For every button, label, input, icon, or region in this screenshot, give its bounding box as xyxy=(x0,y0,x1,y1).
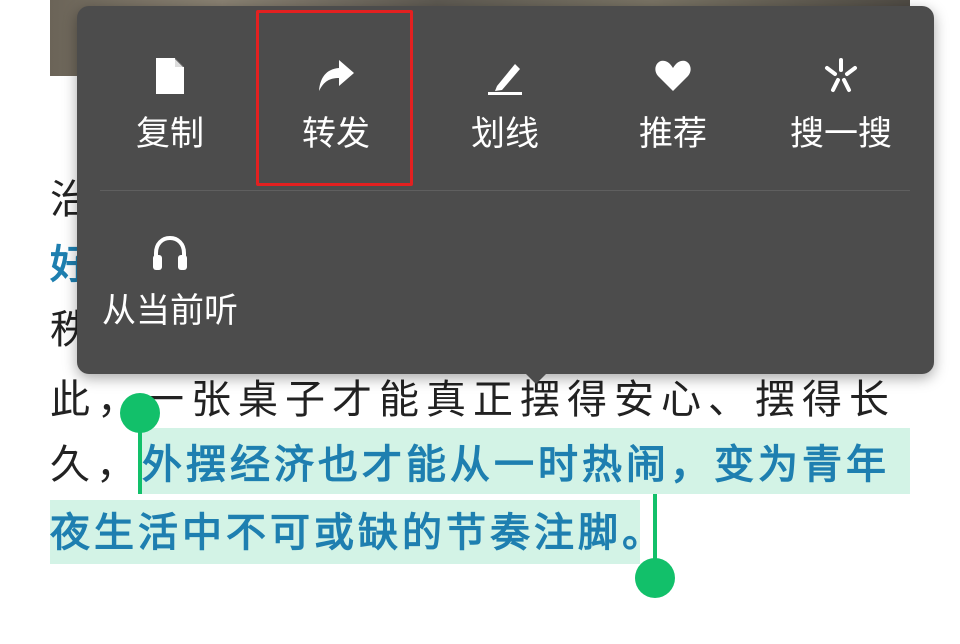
menu-pointer-arrow xyxy=(522,370,550,384)
selected-text-line-1[interactable]: 外摆经济也才能从一时热闹，变为青年 xyxy=(142,440,890,490)
selection-end-stem xyxy=(653,494,657,568)
copy-icon xyxy=(95,56,245,96)
menu-divider xyxy=(100,190,910,191)
menu-recommend-label: 推荐 xyxy=(639,114,707,154)
menu-copy-label: 复制 xyxy=(136,114,204,154)
menu-listen-button[interactable]: 从当前听 xyxy=(95,197,245,347)
menu-underline-label: 划线 xyxy=(471,114,539,154)
underline-pen-icon xyxy=(430,56,580,96)
search-spark-icon xyxy=(766,56,916,96)
headphones-icon xyxy=(95,233,245,273)
heart-icon xyxy=(598,56,748,96)
selection-start-stem xyxy=(138,420,142,494)
menu-copy-button[interactable]: 复制 xyxy=(95,10,245,160)
menu-recommend-button[interactable]: 推荐 xyxy=(598,10,748,160)
menu-listen-label: 从当前听 xyxy=(102,291,238,331)
forward-highlight-annotation xyxy=(256,10,413,186)
article-line-5-prefix: 久， xyxy=(50,442,142,488)
menu-underline-button[interactable]: 划线 xyxy=(430,10,580,160)
selection-end-handle[interactable] xyxy=(635,558,675,598)
selected-text-line-2[interactable]: 夜生活中不可或缺的节奏注脚。 xyxy=(50,508,666,558)
article-line-4: 此，一张桌子才能真正摆得安心、摆得长 xyxy=(50,377,896,423)
menu-search-button[interactable]: 搜一搜 xyxy=(766,10,916,160)
menu-search-label: 搜一搜 xyxy=(790,114,892,154)
